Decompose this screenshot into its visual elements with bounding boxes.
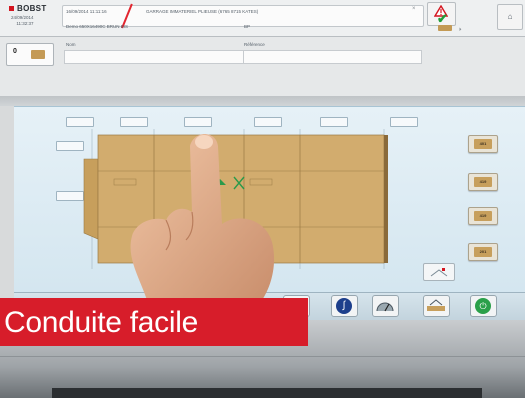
toolbar-button-gauge[interactable] [372, 295, 399, 317]
machine-name: Demo 650X16490C BRUN BIS [66, 24, 129, 29]
toolbar-button-curve[interactable]: ∫ [331, 295, 358, 317]
dimension-box[interactable] [390, 117, 418, 127]
pointing-hand [130, 134, 275, 303]
reference-field[interactable] [243, 50, 422, 64]
fold-preview-icon [430, 268, 448, 277]
bp-label: BP [244, 24, 251, 29]
counter-button[interactable]: 0 [6, 43, 54, 66]
reference-label: Référence [244, 42, 265, 47]
format-button-2[interactable]: 419 [468, 173, 498, 191]
name-field[interactable] [64, 50, 244, 64]
dimension-box[interactable] [254, 117, 282, 127]
power-icon: ⏻ [475, 298, 491, 314]
bezel-slot [52, 388, 482, 398]
caption-text: Conduite facile [4, 306, 198, 339]
job-timestamp: 16/09/2014 11:11:16 [66, 9, 107, 14]
format-button-4[interactable]: 201 [468, 243, 498, 261]
panel-separator [0, 96, 525, 106]
counter-value: 0 [13, 48, 17, 55]
gauge-icon [376, 302, 394, 312]
menu-button[interactable]: ⌂ [497, 4, 523, 30]
carton-stack-icon [31, 50, 45, 59]
dimension-box[interactable] [120, 117, 148, 127]
bobst-logo: BOBST [9, 4, 47, 13]
carton-profile-icon [438, 25, 452, 31]
format-button-3[interactable]: 419 [468, 207, 498, 225]
feeder-icon [427, 299, 445, 311]
top-header: BOBST 24/09/2014 11:32:37 16/09/2014 11:… [0, 0, 525, 37]
format-value: 201 [479, 249, 487, 254]
name-label: Nom [66, 42, 76, 47]
start-button[interactable]: ⏻ [470, 295, 497, 317]
close-icon[interactable]: × [412, 6, 416, 12]
job-product-name: GARRAGE IMMATERIEL PLIEUSE (6765 8715 KA… [146, 9, 259, 14]
format-button-1[interactable]: 401 [468, 135, 498, 153]
s-curve-icon: ∫ [336, 298, 352, 314]
dimension-box[interactable] [320, 117, 348, 127]
system-clock: 24/09/2014 11:32:37 [11, 15, 34, 27]
bezel-edge [0, 356, 525, 357]
preview-button[interactable] [423, 263, 455, 281]
format-value: 401 [479, 141, 487, 146]
format-value: 419 [479, 213, 487, 218]
dimension-box[interactable] [184, 117, 212, 127]
dimension-box[interactable] [66, 117, 94, 127]
next-arrow-icon[interactable]: ⏵ [459, 27, 462, 33]
time-text: 11:32:37 [16, 21, 34, 26]
format-value: 419 [479, 179, 487, 184]
toolbar-button-feed[interactable] [423, 295, 450, 317]
